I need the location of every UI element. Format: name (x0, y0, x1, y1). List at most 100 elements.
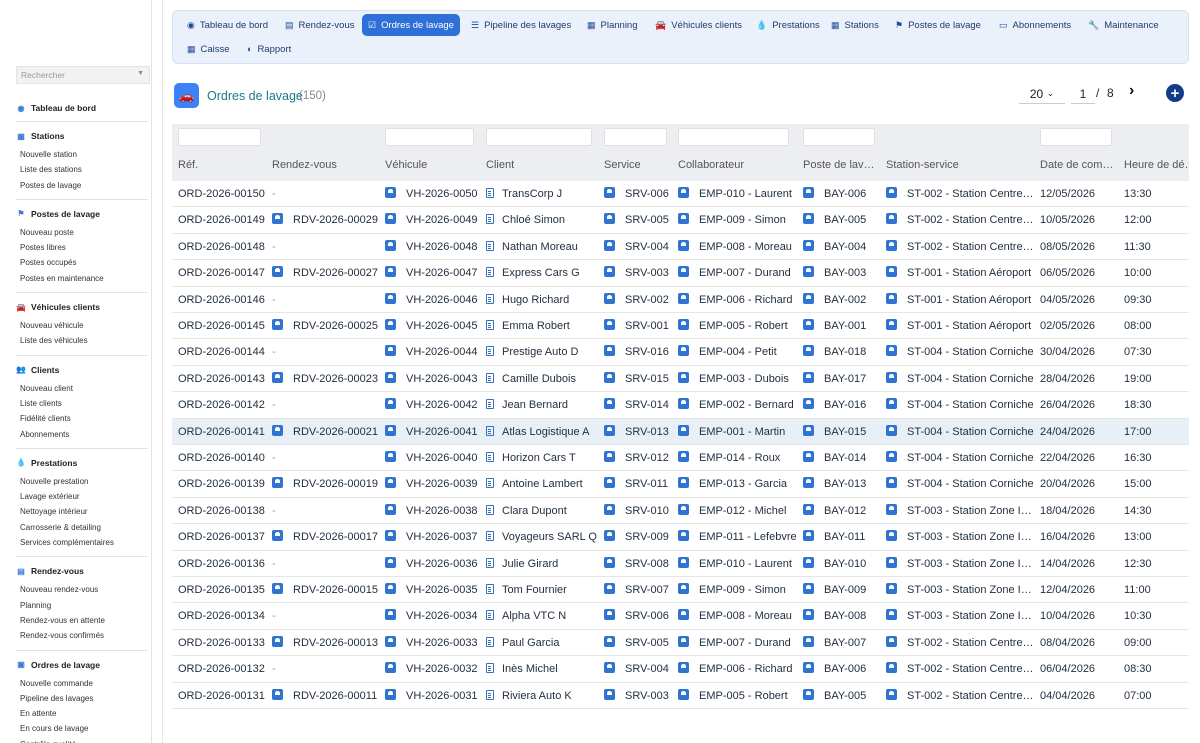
employee-link-icon[interactable] (678, 266, 689, 278)
service-link-icon[interactable] (604, 635, 615, 647)
client-doc-icon[interactable] (486, 610, 494, 621)
vehicle-link-icon[interactable] (385, 477, 396, 489)
column-filter-input[interactable] (178, 128, 261, 146)
client-doc-icon[interactable] (486, 188, 494, 198)
vehicle-link-icon[interactable] (385, 213, 396, 225)
sidebar-item[interactable]: Fidélité clients (16, 411, 146, 426)
vehicle-link-icon[interactable] (385, 688, 396, 700)
station-link-icon[interactable] (886, 292, 897, 304)
vehicle-link-icon[interactable] (385, 266, 396, 278)
table-row[interactable]: ORD-2026-00137 RDV-2026-00017 VH-2026-0037… (172, 524, 1189, 551)
client-doc-icon[interactable] (486, 557, 494, 568)
nav-tab-2[interactable]: ☑ Ordres de lavage (362, 14, 460, 36)
service-link-icon[interactable] (604, 239, 615, 251)
table-row[interactable]: ORD-2026-00149 RDV-2026-00029 VH-2026-0049… (172, 207, 1189, 234)
client-doc-icon[interactable] (486, 689, 494, 700)
sidebar-item[interactable]: Lavage extérieur (16, 489, 146, 504)
bay-link-icon[interactable] (803, 266, 814, 278)
sidebar-item[interactable]: Liste des stations (16, 162, 146, 177)
service-link-icon[interactable] (604, 398, 615, 410)
calendar-link-icon[interactable] (272, 583, 283, 594)
service-link-icon[interactable] (604, 424, 615, 436)
cell-value[interactable]: ORD-2026-00132 (178, 663, 265, 675)
column-header[interactable]: Rendez-vous (272, 159, 382, 171)
table-row[interactable]: ORD-2026-00135 RDV-2026-00015 VH-2026-0035… (172, 577, 1189, 604)
calendar-link-icon[interactable] (272, 213, 283, 225)
client-doc-icon[interactable] (486, 399, 494, 410)
vehicle-link-icon[interactable] (385, 239, 396, 251)
station-link-icon[interactable] (886, 556, 897, 568)
cell-value[interactable]: ORD-2026-00144 (178, 346, 265, 358)
column-header[interactable]: Collaborateur (678, 159, 800, 171)
table-row[interactable]: ORD-2026-00148- VH-2026-0048 Nathan Moreau… (172, 234, 1189, 261)
station-link-icon[interactable] (886, 319, 897, 330)
vehicle-link-icon[interactable] (385, 662, 396, 674)
service-link-icon[interactable] (604, 266, 615, 278)
table-row[interactable]: ORD-2026-00131 RDV-2026-00011 VH-2026-0031… (172, 683, 1189, 709)
bay-link-icon[interactable] (803, 451, 814, 462)
sidebar-item[interactable]: Nouvelle station (16, 147, 146, 162)
vehicle-link-icon[interactable] (385, 398, 396, 410)
calendar-link-icon[interactable] (272, 371, 283, 383)
station-link-icon[interactable] (886, 635, 897, 647)
table-row[interactable]: ORD-2026-00134- VH-2026-0034 Alpha VTC N SR… (172, 603, 1189, 630)
cell-value[interactable]: ORD-2026-00150 (178, 188, 265, 200)
cell-value[interactable]: ORD-2026-00143 (178, 373, 265, 385)
cell-value[interactable]: ORD-2026-00133 (178, 637, 265, 649)
nav-tab-row2-1[interactable]: ◐ Rapport (241, 38, 297, 60)
sidebar-item[interactable]: Postes libres (16, 240, 146, 255)
client-doc-icon[interactable] (486, 531, 494, 542)
cell-value[interactable]: ORD-2026-00136 (178, 558, 265, 570)
column-header[interactable]: Réf. (178, 159, 270, 171)
column-filter-input[interactable] (1040, 128, 1112, 146)
bay-link-icon[interactable] (803, 477, 814, 489)
calendar-link-icon[interactable] (272, 530, 283, 542)
table-row[interactable]: ORD-2026-00146- VH-2026-0046 Hugo Richard S… (172, 287, 1189, 313)
table-row[interactable]: ORD-2026-00143 RDV-2026-00023 VH-2026-0043… (172, 366, 1189, 393)
vehicle-link-icon[interactable] (385, 451, 396, 462)
service-link-icon[interactable] (604, 477, 615, 489)
station-link-icon[interactable] (886, 424, 897, 436)
cell-value[interactable]: ORD-2026-00131 (178, 690, 265, 702)
bay-link-icon[interactable] (803, 398, 814, 410)
sidebar-item[interactable]: Nouveau client (16, 381, 146, 396)
sidebar-item[interactable]: Contrôle qualité (16, 737, 146, 743)
table-row[interactable]: ORD-2026-00136- VH-2026-0036 Julie Girard S… (172, 551, 1189, 577)
employee-link-icon[interactable] (678, 662, 689, 674)
sidebar-item[interactable]: Nettoyage intérieur (16, 504, 146, 519)
bay-link-icon[interactable] (803, 371, 814, 383)
sidebar-item[interactable]: Nouveau rendez-vous (16, 582, 146, 597)
bay-link-icon[interactable] (803, 583, 814, 594)
bay-link-icon[interactable] (803, 503, 814, 515)
column-filter-input[interactable] (604, 128, 667, 146)
employee-link-icon[interactable] (678, 688, 689, 700)
bay-link-icon[interactable] (803, 662, 814, 674)
service-link-icon[interactable] (604, 503, 615, 515)
nav-tab-row2-0[interactable]: ▦ Caisse (181, 38, 236, 60)
service-link-icon[interactable] (604, 583, 615, 594)
station-link-icon[interactable] (886, 398, 897, 410)
nav-tab-8[interactable]: ⚑ Postes de lavage (889, 14, 987, 36)
bay-link-icon[interactable] (803, 345, 814, 357)
table-row[interactable]: ORD-2026-00142- VH-2026-0042 Jean Bernard S… (172, 392, 1189, 419)
employee-link-icon[interactable] (678, 424, 689, 436)
sidebar-group-title[interactable]: ▤ Rendez-vous (16, 564, 146, 578)
client-doc-icon[interactable] (486, 504, 494, 515)
station-link-icon[interactable] (886, 213, 897, 225)
service-link-icon[interactable] (604, 292, 615, 304)
employee-link-icon[interactable] (678, 635, 689, 647)
client-doc-icon[interactable] (486, 452, 494, 462)
client-doc-icon[interactable] (486, 267, 494, 278)
service-link-icon[interactable] (604, 319, 615, 330)
vehicle-link-icon[interactable] (385, 503, 396, 515)
vehicle-link-icon[interactable] (385, 292, 396, 304)
sidebar-item[interactable]: Rendez-vous confirmés (16, 628, 146, 643)
sidebar-item[interactable]: Pipeline des lavages (16, 691, 146, 706)
sidebar-item[interactable]: Nouveau poste (16, 225, 146, 240)
nav-tab-0[interactable]: ◉ Tableau de bord (181, 14, 274, 36)
station-link-icon[interactable] (886, 662, 897, 674)
sidebar-item[interactable]: En cours de lavage (16, 721, 146, 736)
bay-link-icon[interactable] (803, 239, 814, 251)
chevron-down-icon[interactable]: ▼ (137, 70, 144, 77)
employee-link-icon[interactable] (678, 530, 689, 542)
